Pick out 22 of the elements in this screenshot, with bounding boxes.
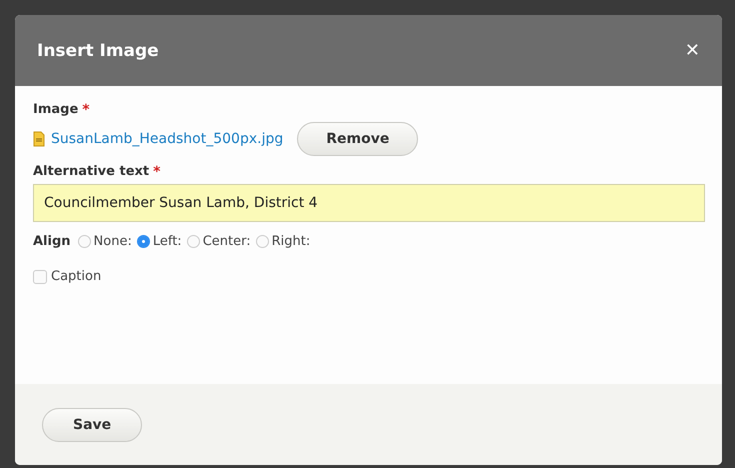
radio-label[interactable]: None: bbox=[94, 234, 132, 249]
alt-text-field[interactable]: Councilmember Susan Lamb, District 4 bbox=[33, 184, 705, 222]
field-label: Image bbox=[33, 102, 78, 117]
file-link[interactable]: SusanLamb_Headshot_500px.jpg bbox=[51, 131, 284, 147]
file-icon bbox=[33, 131, 45, 147]
checkbox[interactable] bbox=[33, 270, 47, 284]
field-label: Alternative text bbox=[33, 164, 150, 179]
radio-button[interactable] bbox=[78, 235, 91, 248]
save-button[interactable]: Save bbox=[42, 408, 142, 442]
radio-label[interactable]: Right: bbox=[272, 234, 310, 249]
radio-button[interactable] bbox=[256, 235, 269, 248]
radio-button[interactable] bbox=[186, 235, 200, 248]
radio-label[interactable]: Center: bbox=[202, 234, 251, 249]
required-mark: * bbox=[82, 102, 90, 118]
dialog-title: Insert Image bbox=[37, 40, 159, 60]
checkbox-label[interactable]: Caption bbox=[51, 269, 102, 284]
align-label: Align bbox=[33, 234, 71, 249]
radio-label[interactable]: Left: bbox=[152, 234, 182, 249]
radio-button[interactable] bbox=[136, 235, 150, 248]
close-button[interactable]: ✕ bbox=[684, 40, 700, 61]
remove-button[interactable]: Remove bbox=[297, 122, 418, 156]
required-mark: * bbox=[153, 164, 160, 180]
